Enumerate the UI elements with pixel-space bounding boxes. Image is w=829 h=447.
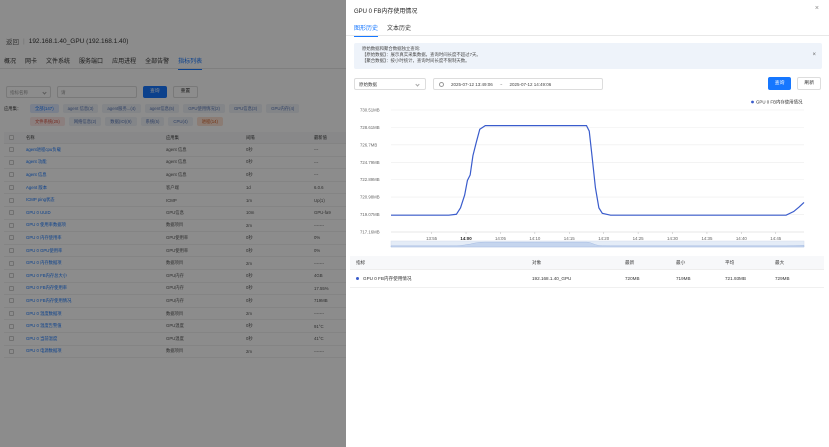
x-tick-label: 14:20: [598, 236, 610, 241]
history-filter: 原始数据 2025-07-12 13:49:06 ~ 2025-07-12 14…: [354, 78, 603, 90]
x-tick-label: 14:15: [564, 236, 576, 241]
column-header: 平均: [725, 259, 735, 265]
history-actions: 查询 刷新: [767, 77, 821, 90]
summary-row: GPU 0 FB内存使用情况 192.168.1.40_GPU 720MB 71…: [350, 270, 824, 288]
tab-divider: [346, 35, 829, 36]
y-tick-label: 720.98MB: [360, 195, 380, 200]
history-query-button[interactable]: 查询: [767, 77, 792, 90]
x-axis: 13:55 14:00 14:05 14:10 14:15 14:20 14:25 14:30…: [426, 232, 782, 241]
clock-icon: [439, 81, 444, 87]
summary-min: 719MB: [676, 276, 691, 281]
x-tick-label: 14:25: [633, 236, 645, 241]
column-header: 对象: [532, 259, 542, 265]
series-line[interactable]: [391, 125, 805, 216]
y-tick-label: 730.51MB: [360, 108, 380, 113]
metric-history-drawer: GPU 0 FB内存使用情况 × 图形历史 文本历史 原始数据和聚合数据独立查询…: [346, 0, 829, 447]
column-header: 最大: [775, 259, 785, 265]
y-tick-label: 728.61MB: [360, 125, 380, 130]
chart-grid: [391, 109, 804, 233]
x-tick-label: 13:55: [426, 236, 438, 241]
range-separator: ~: [499, 81, 503, 87]
series-marker: [356, 277, 359, 280]
y-tick-label: 719.07MB: [360, 212, 380, 217]
alert-line: 【聚合数据】：按小时统计，查询时间长度不限制天数。: [362, 58, 470, 64]
y-tick-label: 717.16MB: [360, 230, 380, 235]
y-tick-label: 724.79MB: [360, 160, 380, 165]
memory-line-chart: 717.16MB 719.07MB 720.98MB 722.89MB 724.79MB…: [360, 99, 805, 248]
legend-label: GPU 0 FB内存使用情况: [756, 99, 803, 106]
time-zoom-slider[interactable]: [390, 240, 805, 248]
data-type-select[interactable]: 原始数据: [354, 78, 426, 90]
range-end[interactable]: 2025-07-12 14:49:06: [509, 82, 551, 87]
summary-table: 指标 对象 最新 最小 平均 最大 GPU 0 FB内存使用情况 192.168…: [350, 256, 824, 288]
column-header: 指标: [356, 259, 366, 265]
column-header: 最小: [676, 259, 686, 265]
chart-legend[interactable]: GPU 0 FB内存使用情况: [751, 99, 803, 106]
legend-marker: [751, 100, 754, 104]
summary-table-header: 指标 对象 最新 最小 平均 最大: [350, 256, 824, 270]
y-axis: 717.16MB 719.07MB 720.98MB 722.89MB 724.79MB…: [360, 108, 380, 235]
x-tick-label: 14:40: [736, 236, 748, 241]
x-tick-label: 14:05: [495, 236, 507, 241]
drawer-title: GPU 0 FB内存使用情况: [354, 9, 418, 15]
time-range-picker[interactable]: 2025-07-12 13:49:06 ~ 2025-07-12 14:49:0…: [433, 78, 603, 90]
y-tick-label: 726.7MB: [360, 142, 377, 147]
column-header: 最新: [625, 259, 635, 265]
history-refresh-button[interactable]: 刷新: [797, 77, 821, 90]
summary-object: 192.168.1.40_GPU: [532, 276, 572, 281]
info-alert: 原始数据和聚合数据独立查询: 【原始数据】：展示真实采集数据，查询时间长度不超过…: [354, 43, 822, 69]
x-tick-label: 14:30: [667, 236, 679, 241]
y-tick-label: 722.89MB: [360, 177, 380, 182]
x-tick-label: 14:35: [701, 236, 713, 241]
x-tick-label: 14:00: [460, 236, 472, 241]
alert-close-icon[interactable]: ×: [812, 52, 816, 58]
summary-latest: 720MB: [625, 276, 640, 281]
summary-max: 729MB: [775, 276, 790, 281]
x-tick-label: 14:10: [529, 236, 541, 241]
summary-avg: 721.93MB: [725, 276, 746, 281]
x-tick-label: 14:45: [770, 236, 782, 241]
summary-metric: GPU 0 FB内存使用情况: [363, 275, 412, 281]
close-icon[interactable]: ×: [815, 5, 819, 12]
range-start[interactable]: 2025-07-12 13:49:06: [451, 82, 493, 87]
